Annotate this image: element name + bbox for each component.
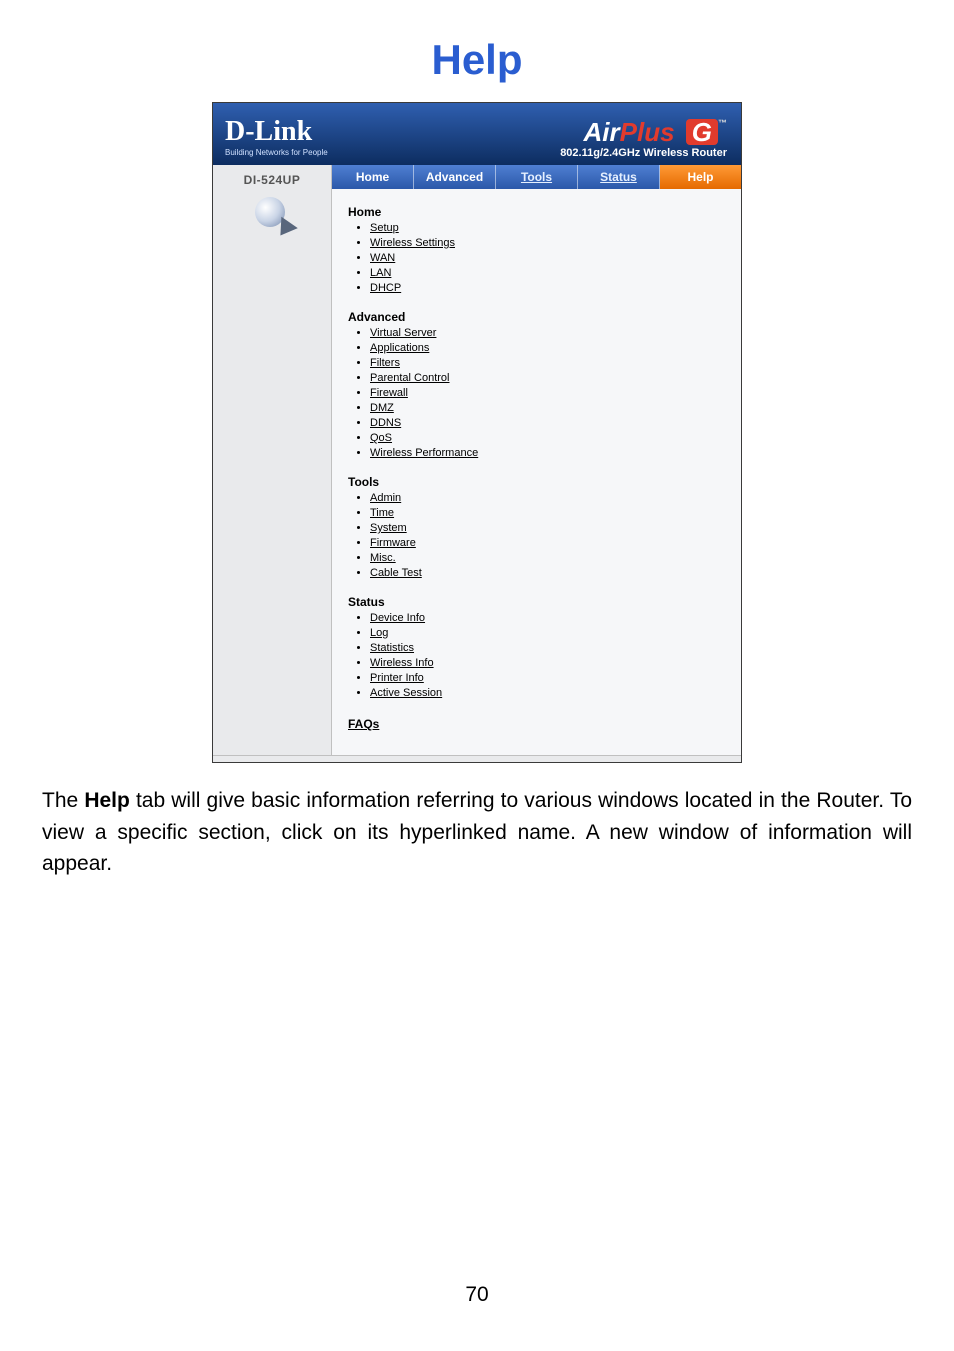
list-item: DDNS bbox=[370, 416, 725, 431]
help-link[interactable]: Time bbox=[370, 507, 394, 519]
tab-label: Home bbox=[356, 170, 389, 184]
tab-bar: Home Advanced Tools Status Help bbox=[332, 165, 741, 189]
product-subtitle: 802.11g/2.4GHz Wireless Router bbox=[560, 147, 727, 159]
section-list: Admin Time System Firmware Misc. Cable Test bbox=[348, 491, 725, 581]
help-link[interactable]: Wireless Info bbox=[370, 657, 434, 669]
help-link[interactable]: WAN bbox=[370, 252, 395, 264]
tab-status[interactable]: Status bbox=[578, 165, 660, 189]
list-item: Firmware bbox=[370, 536, 725, 551]
list-item: Active Session bbox=[370, 686, 725, 701]
help-link[interactable]: Wireless Settings bbox=[370, 237, 455, 249]
help-link[interactable]: QoS bbox=[370, 432, 392, 444]
brand-tagline: Building Networks for People bbox=[225, 148, 328, 157]
list-item: LAN bbox=[370, 266, 725, 281]
list-item: DHCP bbox=[370, 281, 725, 296]
list-item: Misc. bbox=[370, 551, 725, 566]
section-title: Status bbox=[348, 595, 725, 609]
list-item: Statistics bbox=[370, 641, 725, 656]
list-item: Admin bbox=[370, 491, 725, 506]
list-item: Cable Test bbox=[370, 566, 725, 581]
list-item: Device Info bbox=[370, 611, 725, 626]
list-item: Time bbox=[370, 506, 725, 521]
description-paragraph: The Help tab will give basic information… bbox=[42, 785, 912, 880]
help-link[interactable]: Device Info bbox=[370, 612, 425, 624]
help-link[interactable]: System bbox=[370, 522, 407, 534]
product-air: Air bbox=[584, 117, 620, 147]
router-screenshot: D-Link Building Networks for People AirP… bbox=[212, 102, 742, 763]
help-section-advanced: Advanced Virtual Server Applications Filter… bbox=[348, 310, 725, 461]
list-item: Virtual Server bbox=[370, 326, 725, 341]
help-section-tools: Tools Admin Time System Firmware Misc. Cable T… bbox=[348, 475, 725, 581]
list-item: Filters bbox=[370, 356, 725, 371]
section-title: Home bbox=[348, 205, 725, 219]
section-list: Device Info Log Statistics Wireless Info Pri… bbox=[348, 611, 725, 701]
section-title: Tools bbox=[348, 475, 725, 489]
section-list: Setup Wireless Settings WAN LAN DHCP bbox=[348, 221, 725, 296]
help-link[interactable]: Log bbox=[370, 627, 388, 639]
help-link[interactable]: Setup bbox=[370, 222, 399, 234]
product-name: AirPlus G™ bbox=[560, 119, 727, 145]
help-link[interactable]: Firmware bbox=[370, 537, 416, 549]
tab-label: Help bbox=[687, 170, 713, 184]
help-link[interactable]: Virtual Server bbox=[370, 327, 436, 339]
help-content: Home Setup Wireless Settings WAN LAN DHCP Adva… bbox=[332, 189, 741, 755]
tab-label: Tools bbox=[521, 170, 552, 184]
help-link[interactable]: Misc. bbox=[370, 552, 396, 564]
router-sidebar: DI-524UP bbox=[213, 165, 332, 755]
tab-advanced[interactable]: Advanced bbox=[414, 165, 496, 189]
tab-label: Advanced bbox=[426, 170, 483, 184]
list-item: Applications bbox=[370, 341, 725, 356]
list-item: Wireless Performance bbox=[370, 446, 725, 461]
list-item: System bbox=[370, 521, 725, 536]
model-label: DI-524UP bbox=[213, 173, 331, 187]
help-link[interactable]: Cable Test bbox=[370, 567, 422, 579]
list-item: QoS bbox=[370, 431, 725, 446]
list-item: Setup bbox=[370, 221, 725, 236]
help-link[interactable]: DDNS bbox=[370, 417, 401, 429]
help-link[interactable]: Firewall bbox=[370, 387, 408, 399]
help-section-home: Home Setup Wireless Settings WAN LAN DHCP bbox=[348, 205, 725, 296]
help-link[interactable]: Applications bbox=[370, 342, 429, 354]
tab-home[interactable]: Home bbox=[332, 165, 414, 189]
tab-tools[interactable]: Tools bbox=[496, 165, 578, 189]
section-list: Virtual Server Applications Filters Parenta… bbox=[348, 326, 725, 461]
tab-label: Status bbox=[600, 170, 637, 184]
antenna-icon bbox=[249, 191, 295, 237]
desc-pre: The bbox=[42, 789, 84, 812]
desc-post: tab will give basic information referrin… bbox=[42, 789, 912, 875]
list-item: WAN bbox=[370, 251, 725, 266]
router-header: D-Link Building Networks for People AirP… bbox=[213, 103, 741, 165]
page-title: Help bbox=[0, 0, 954, 102]
list-item: Wireless Info bbox=[370, 656, 725, 671]
list-item: Log bbox=[370, 626, 725, 641]
help-link[interactable]: Printer Info bbox=[370, 672, 424, 684]
brand-logo: D-Link bbox=[225, 118, 328, 146]
router-footer-bar bbox=[213, 755, 741, 762]
page-number: 70 bbox=[0, 1283, 954, 1307]
help-section-status: Status Device Info Log Statistics Wireless I… bbox=[348, 595, 725, 701]
help-link[interactable]: DMZ bbox=[370, 402, 394, 414]
list-item: DMZ bbox=[370, 401, 725, 416]
help-link[interactable]: Wireless Performance bbox=[370, 447, 478, 459]
list-item: Wireless Settings bbox=[370, 236, 725, 251]
list-item: Firewall bbox=[370, 386, 725, 401]
tab-help[interactable]: Help bbox=[660, 165, 741, 189]
list-item: Parental Control bbox=[370, 371, 725, 386]
product-plus: Plus bbox=[620, 117, 682, 147]
router-main: Home Advanced Tools Status Help Home Setup Wir… bbox=[332, 165, 741, 755]
section-title: Advanced bbox=[348, 310, 725, 324]
list-item: Printer Info bbox=[370, 671, 725, 686]
product-tm: ™ bbox=[718, 118, 727, 128]
help-link[interactable]: Admin bbox=[370, 492, 401, 504]
help-link[interactable]: Filters bbox=[370, 357, 400, 369]
desc-bold: Help bbox=[84, 789, 130, 812]
help-link[interactable]: DHCP bbox=[370, 282, 401, 294]
help-link[interactable]: LAN bbox=[370, 267, 391, 279]
product-g: G bbox=[686, 119, 718, 145]
help-link[interactable]: Statistics bbox=[370, 642, 414, 654]
faqs-link[interactable]: FAQs bbox=[348, 717, 379, 731]
help-link[interactable]: Parental Control bbox=[370, 372, 450, 384]
help-link[interactable]: Active Session bbox=[370, 687, 442, 699]
